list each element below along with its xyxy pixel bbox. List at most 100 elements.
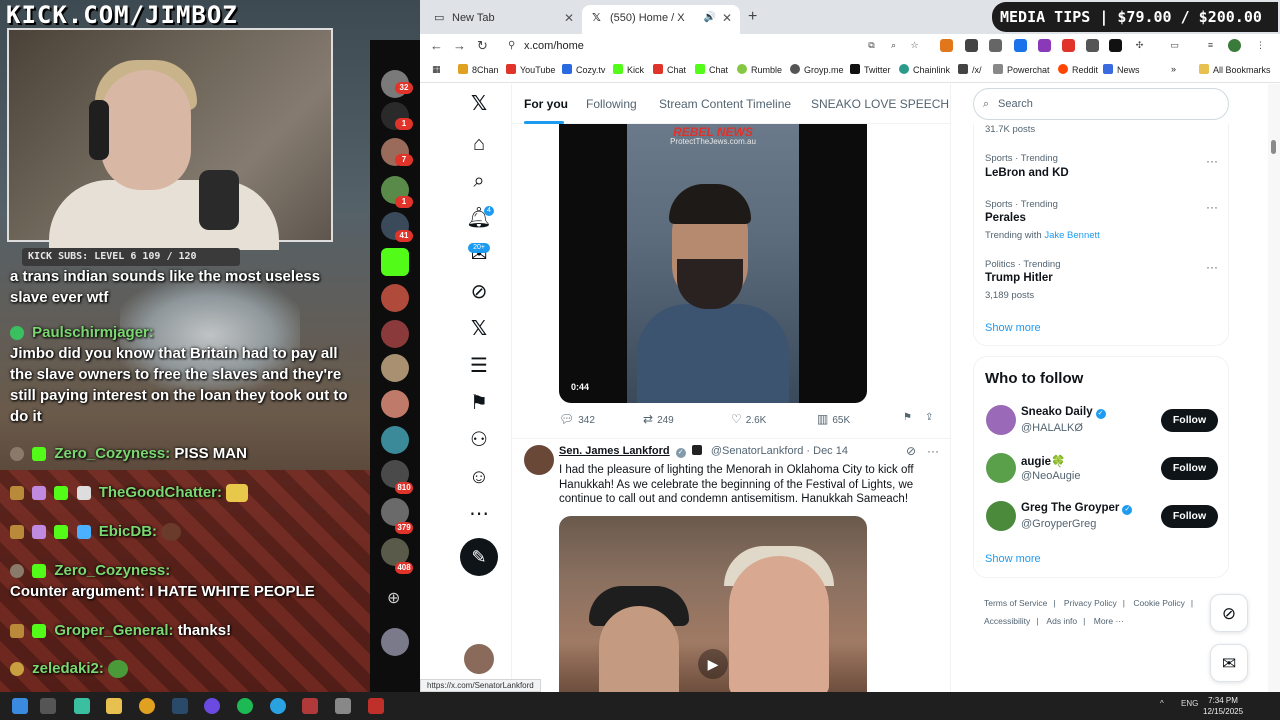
new-tab-icon[interactable]: + [748,8,757,26]
show-more-trends[interactable]: Show more [985,322,1041,334]
telegram-icon[interactable] [270,698,286,714]
bookmark-chat-2[interactable]: Chat [695,64,728,75]
bookmarks-overflow-icon[interactable]: » [1171,64,1176,74]
follow-name[interactable]: Sneako Daily ✓ [1021,406,1106,419]
footer-terms[interactable]: Terms of Service [984,598,1047,608]
extension-icon[interactable] [1038,39,1051,52]
bookmark-star-icon[interactable]: ☆ [908,39,921,52]
bookmark-x-board[interactable]: /x/ [958,64,982,75]
footer-ads-info[interactable]: Ads info [1046,616,1077,626]
channel-avatar[interactable] [381,320,409,348]
share-icon[interactable]: ⇪ [925,412,933,423]
premium-x-icon[interactable]: 𝕏 [460,314,498,344]
extensions-puzzle-icon[interactable]: ✣ [1133,39,1146,52]
bookmarks-icon[interactable]: ⚑ [460,388,498,418]
bookmark-cozy[interactable]: Cozy.tv [562,64,605,75]
zoom-icon[interactable]: ⌕ [887,39,900,52]
spotify-icon[interactable] [237,698,253,714]
channel-avatar[interactable] [381,354,409,382]
tab-sneako-love-speech[interactable]: SNEAKO LOVE SPEECH [811,97,949,111]
apps-icon[interactable]: ▦ [432,64,441,75]
tweet-author-name[interactable]: Sen. James Lankford [559,445,670,457]
bookmark-youtube[interactable]: YouTube [506,64,555,75]
channel-avatar[interactable] [381,628,409,656]
kick-logo-icon[interactable] [381,248,409,276]
account-avatar[interactable] [464,644,494,674]
grok-icon[interactable]: ⊘ [460,277,498,307]
tweet-video-player[interactable]: REBEL NEWS ProtectTheJews.com.au 0:44 [559,124,867,403]
explore-search-icon[interactable]: ⌕ [460,166,498,196]
app-icon[interactable] [335,698,351,714]
obs-icon[interactable] [204,698,220,714]
profile-icon[interactable]: ☺ [460,462,498,492]
bookmark-chat[interactable]: Chat [653,64,686,75]
bookmark-kick[interactable]: Kick [613,64,644,75]
repost-button[interactable]: ⇄ 249 [643,412,674,426]
trend-more-icon[interactable]: ··· [1206,260,1218,274]
messages-floating-button[interactable]: ✉ [1210,644,1248,682]
bookmark-groyp[interactable]: Groyp.me [790,64,844,75]
follow-avatar[interactable] [986,453,1016,483]
follow-button[interactable]: Follow [1161,505,1218,528]
extension-icon[interactable] [1014,39,1027,52]
footer-cookie[interactable]: Cookie Policy [1133,598,1185,608]
extension-icon[interactable] [1062,39,1075,52]
back-icon[interactable]: ← [430,38,443,53]
x-extension-icon[interactable] [1109,39,1122,52]
follow-button[interactable]: Follow [1161,409,1218,432]
bookmark-8chan[interactable]: 8Chan [458,64,499,75]
post-button[interactable]: ✎ [460,538,498,576]
home-icon[interactable]: ⌂ [460,129,498,159]
system-clock[interactable]: 7:34 PM 12/15/2025 [1203,695,1243,717]
tab-new-tab[interactable]: ▭ New Tab ✕ [424,5,582,34]
reply-button[interactable]: 💬︎ 342 [559,412,595,426]
sidepanel-icon[interactable]: ▭ [1168,39,1181,52]
tab-x-home[interactable]: 𝕏 (550) Home / X 🔊 ✕ [582,5,740,34]
bookmark-reddit[interactable]: Reddit [1058,64,1098,75]
bookmark-twitter[interactable]: Twitter [850,64,891,75]
chrome-icon[interactable] [139,698,155,714]
tweet-author-avatar[interactable] [524,445,554,475]
steam-icon[interactable] [172,698,188,714]
site-info-icon[interactable]: ⚲ [508,35,515,57]
show-more-follow[interactable]: Show more [985,553,1041,565]
communities-icon[interactable]: ⚇ [460,425,498,455]
tab-for-you[interactable]: For you [524,97,568,111]
add-channel-icon[interactable]: ⊕ [387,588,400,608]
bookmark-powerchat[interactable]: Powerchat [993,64,1050,75]
profile-avatar[interactable] [1228,39,1241,52]
extension-icon[interactable] [1086,39,1099,52]
channel-avatar[interactable] [381,284,409,312]
views-button[interactable]: ▥ 65K [817,412,850,426]
grok-icon[interactable]: ⊘ [906,444,916,458]
reload-icon[interactable]: ↻ [477,38,488,54]
more-options-icon[interactable]: ··· [927,444,939,458]
follow-avatar[interactable] [986,501,1016,531]
more-circle-icon[interactable]: ⋯ [460,499,498,529]
address-bar[interactable]: ⚲ x.com/home [502,35,922,57]
bookmark-news[interactable]: News [1103,64,1140,75]
scrollbar-thumb[interactable] [1271,140,1276,154]
file-explorer-icon[interactable] [106,698,122,714]
trend-title[interactable]: Trump Hitler [985,272,1053,284]
app-icon[interactable] [74,698,90,714]
app-icon[interactable] [302,698,318,714]
search-input[interactable]: ⌕ Search [973,88,1229,120]
bookmark-icon[interactable]: ⚑ [903,412,912,423]
task-view-icon[interactable] [40,698,56,714]
filezilla-icon[interactable] [368,698,384,714]
shield-extension-icon[interactable] [965,39,978,52]
all-bookmarks[interactable]: All Bookmarks [1199,64,1271,75]
trend-title[interactable]: Perales [985,212,1026,224]
close-tab-icon[interactable]: ✕ [564,5,574,31]
trend-link[interactable]: Jake Bennett [1044,230,1099,241]
like-button[interactable]: ♡ 2.6K [731,412,766,426]
footer-accessibility[interactable]: Accessibility [984,616,1030,626]
tweet-handle-date[interactable]: @SenatorLankford · Dec 14 [711,445,848,457]
forward-icon[interactable]: → [453,38,466,53]
tab-stream-content-timeline[interactable]: Stream Content Timeline [659,97,791,111]
trend-title[interactable]: LeBron and KD [985,167,1069,179]
follow-name[interactable]: Greg The Groyper ✓ [1021,502,1133,515]
speaker-icon[interactable]: 🔊 [704,5,716,31]
start-icon[interactable] [12,698,28,714]
